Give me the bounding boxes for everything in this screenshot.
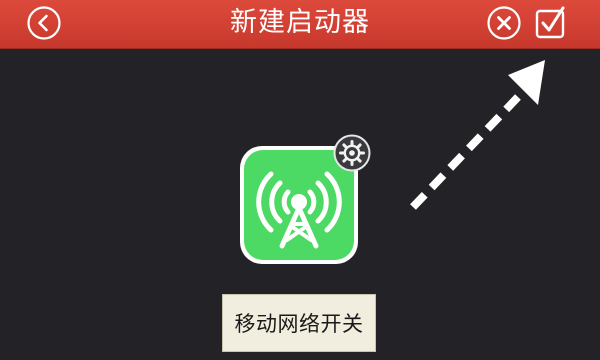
close-circle-icon <box>487 6 521 40</box>
settings-button[interactable] <box>333 134 371 172</box>
dashed-arrow-icon <box>400 55 560 220</box>
gear-icon <box>333 134 371 172</box>
cancel-button[interactable] <box>486 5 522 41</box>
checkbox-check-icon <box>535 6 565 39</box>
back-button[interactable] <box>26 5 62 41</box>
launcher-name-label[interactable]: 移动网络开关 <box>222 294 376 352</box>
top-bar: 新建启动器 <box>0 0 600 48</box>
chevron-left-icon <box>27 6 61 40</box>
launcher-name-text: 移动网络开关 <box>234 312 364 336</box>
confirm-button[interactable] <box>533 5 569 41</box>
